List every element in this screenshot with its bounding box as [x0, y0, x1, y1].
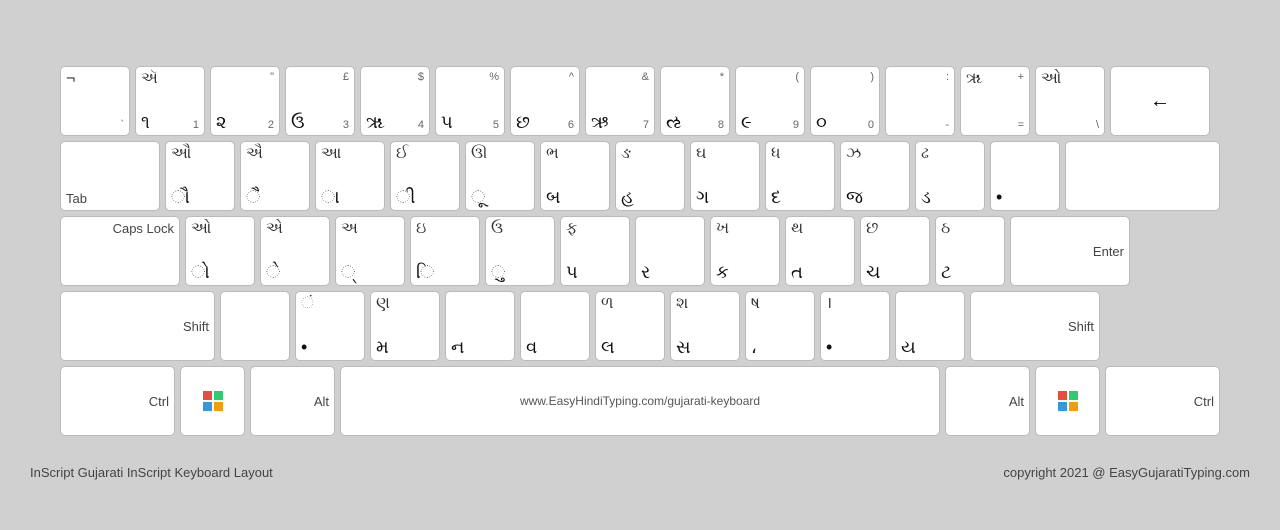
key-o[interactable]: ધ દ [765, 141, 835, 211]
row-bottom: Ctrl Alt www.EasyHindiTyping.com/gujarat… [60, 366, 1220, 436]
key-comma[interactable]: ષ ، [745, 291, 815, 361]
row-capslock: Caps Lock ઓ ો એ ે અ ્ ઇ િ ઉ ુ ફ પ ર [60, 216, 1220, 286]
key-alt-left[interactable]: Alt [250, 366, 335, 436]
key-minus[interactable]: : - [885, 66, 955, 136]
key-rbracket[interactable]: • [990, 141, 1060, 211]
key-6[interactable]: ^ છ6 [510, 66, 580, 136]
key-d[interactable]: અ ્ [335, 216, 405, 286]
key-0[interactable]: ) ૦0 [810, 66, 880, 136]
key-n[interactable]: ળ લ [595, 291, 665, 361]
key-s[interactable]: એ ે [260, 216, 330, 286]
key-period[interactable]: । • [820, 291, 890, 361]
key-4[interactable]: $ ૠ4 [360, 66, 430, 136]
keyboard-container: ¬ ` ઍ ૧1 " ૨2 £ ઉ3 $ ૠ4 % પ5 ^ છ6 & ઋ7 [30, 46, 1250, 461]
space-label: www.EasyHindiTyping.com/gujarati-keyboar… [520, 394, 760, 408]
key-b[interactable]: વ [520, 291, 590, 361]
key-k[interactable]: ખ ક [710, 216, 780, 286]
key-win-right[interactable] [1035, 366, 1100, 436]
key-1[interactable]: ઍ ૧1 [135, 66, 205, 136]
key-j[interactable]: ર [635, 216, 705, 286]
key-x[interactable]: ં • [295, 291, 365, 361]
key-win-left[interactable] [180, 366, 245, 436]
key-2[interactable]: " ૨2 [210, 66, 280, 136]
key-l[interactable]: થ ત [785, 216, 855, 286]
footer: InScript Gujarati InScript Keyboard Layo… [30, 461, 1250, 484]
win-icon-left [203, 391, 223, 411]
key-t[interactable]: ઊ ૂ [465, 141, 535, 211]
key-enter-top [1065, 141, 1220, 211]
key-7[interactable]: & ઋ7 [585, 66, 655, 136]
key-alt-right[interactable]: Alt [945, 366, 1030, 436]
key-8[interactable]: * ઌ8 [660, 66, 730, 136]
key-capslock[interactable]: Caps Lock [60, 216, 180, 286]
key-g[interactable]: ઉ ુ [485, 216, 555, 286]
key-ctrl-left[interactable]: Ctrl [60, 366, 175, 436]
key-z[interactable] [220, 291, 290, 361]
key-enter[interactable]: Enter [1010, 216, 1130, 286]
key-3[interactable]: £ ઉ3 [285, 66, 355, 136]
keyboard-title: InScript Gujarati InScript Keyboard Layo… [30, 465, 273, 480]
key-shift-right[interactable]: Shift [970, 291, 1100, 361]
key-h[interactable]: ફ પ [560, 216, 630, 286]
key-f[interactable]: ઇ િ [410, 216, 480, 286]
key-e[interactable]: આ ા [315, 141, 385, 211]
key-q[interactable]: ઔ ૌ [165, 141, 235, 211]
win-icon-right [1058, 391, 1078, 411]
copyright: copyright 2021 @ EasyGujaratiTyping.com [1003, 465, 1250, 480]
key-a[interactable]: ઓ ો [185, 216, 255, 286]
row-tab: Tab ઔ ૌ ઐ ૈ આ ા ઈ ી ઊ ૂ ભ બ ઙ હ [60, 141, 1220, 211]
key-equals[interactable]: ૠ+ = [960, 66, 1030, 136]
key-i[interactable]: ઘ ગ [690, 141, 760, 211]
key-5[interactable]: % પ5 [435, 66, 505, 136]
key-backslash-top[interactable]: ઓ \ [1035, 66, 1105, 136]
key-r[interactable]: ઈ ી [390, 141, 460, 211]
key-ctrl-right[interactable]: Ctrl [1105, 366, 1220, 436]
row-number: ¬ ` ઍ ૧1 " ૨2 £ ઉ3 $ ૠ4 % પ5 ^ છ6 & ઋ7 [60, 66, 1220, 136]
key-tab[interactable]: Tab [60, 141, 160, 211]
key-shift-left[interactable]: Shift [60, 291, 215, 361]
row-shift: Shift ં • ણ મ ન વ ળ લ શ સ [60, 291, 1220, 361]
key-slash[interactable]: ય [895, 291, 965, 361]
key-p[interactable]: ઝ જ [840, 141, 910, 211]
key-space[interactable]: www.EasyHindiTyping.com/gujarati-keyboar… [340, 366, 940, 436]
key-backtick[interactable]: ¬ ` [60, 66, 130, 136]
key-u[interactable]: ઙ હ [615, 141, 685, 211]
key-quote[interactable]: ઠ ટ [935, 216, 1005, 286]
key-v[interactable]: ન [445, 291, 515, 361]
key-w[interactable]: ઐ ૈ [240, 141, 310, 211]
key-backspace[interactable]: ← [1110, 66, 1210, 136]
key-c[interactable]: ણ મ [370, 291, 440, 361]
key-m[interactable]: શ સ [670, 291, 740, 361]
key-lbracket[interactable]: ઢ ડ [915, 141, 985, 211]
key-9[interactable]: ( ૯9 [735, 66, 805, 136]
key-semicolon[interactable]: છ ચ [860, 216, 930, 286]
key-y[interactable]: ભ બ [540, 141, 610, 211]
